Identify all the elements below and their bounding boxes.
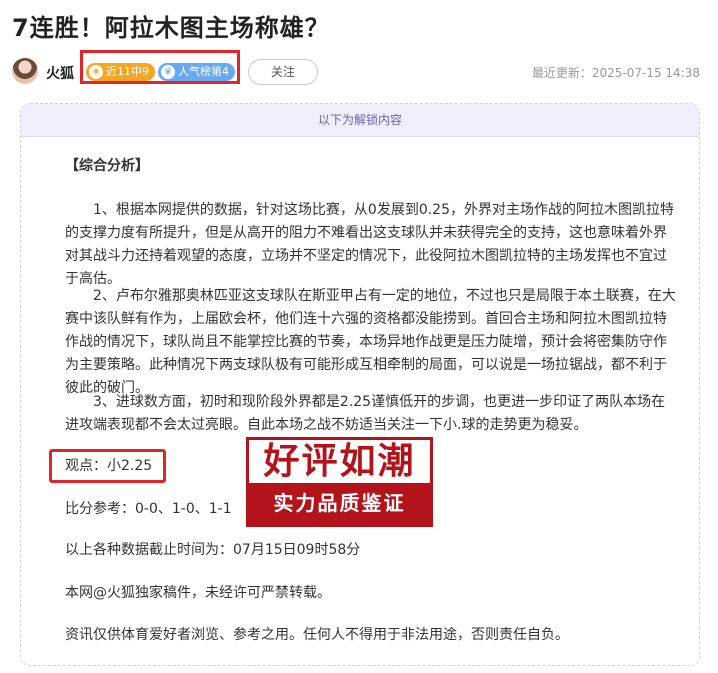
author-name[interactable]: 火狐	[46, 63, 74, 83]
stamp-top-text: 好评如潮	[246, 437, 433, 483]
article-title: 7连胜！阿拉木图主场称雄？	[12, 14, 330, 42]
streak-badge: ★ 近11中9	[86, 63, 155, 81]
popularity-badge: ♛ 人气榜第4	[158, 63, 235, 81]
crown-icon: ♛	[161, 65, 175, 79]
star-icon: ★	[89, 65, 103, 79]
streak-badge-label: 近11中9	[106, 65, 149, 78]
author-row: 火狐 ★ 近11中9 ♛ 人气榜第4 关注 最近更新：2025-07-15 14…	[12, 50, 712, 88]
follow-button[interactable]: 关注	[248, 59, 318, 85]
unlocked-content: 以下为解锁内容 【综合分析】 1、根据本网提供的数据，针对这场比赛，从0发展到0…	[20, 103, 700, 666]
score-reference: 比分参考：0-0、1-0、1-1	[65, 501, 232, 517]
paragraph-3: 3、进球数方面，初时和现阶段外界都是2.25谨慎低开的步调，也更进一步印证了两队…	[65, 394, 666, 433]
disclaimer: 资讯仅供体育爱好者浏览、参考之用。任何人不得用于非法用途，否则责任自负。	[65, 627, 569, 643]
data-deadline: 以上各种数据截止时间为：07月15日09时58分	[65, 542, 361, 558]
copyright-notice: 本网@火狐独家稿件，未经许可严禁转载。	[65, 585, 331, 601]
paragraph-1: 1、根据本网提供的数据，针对这场比赛，从0发展到0.25，外界对主场作战的阿拉木…	[65, 202, 674, 287]
section-heading: 【综合分析】	[65, 158, 149, 174]
avatar[interactable]	[12, 58, 38, 84]
unlock-banner: 以下为解锁内容	[21, 104, 699, 137]
update-time: 最近更新：2025-07-15 14:38	[531, 66, 700, 80]
paragraph-2: 2、卢布尔雅那奥林匹亚这支球队在斯亚甲占有一定的地位，不过也只是局限于本土联赛，…	[65, 288, 676, 396]
popularity-badge-label: 人气榜第4	[178, 65, 229, 78]
